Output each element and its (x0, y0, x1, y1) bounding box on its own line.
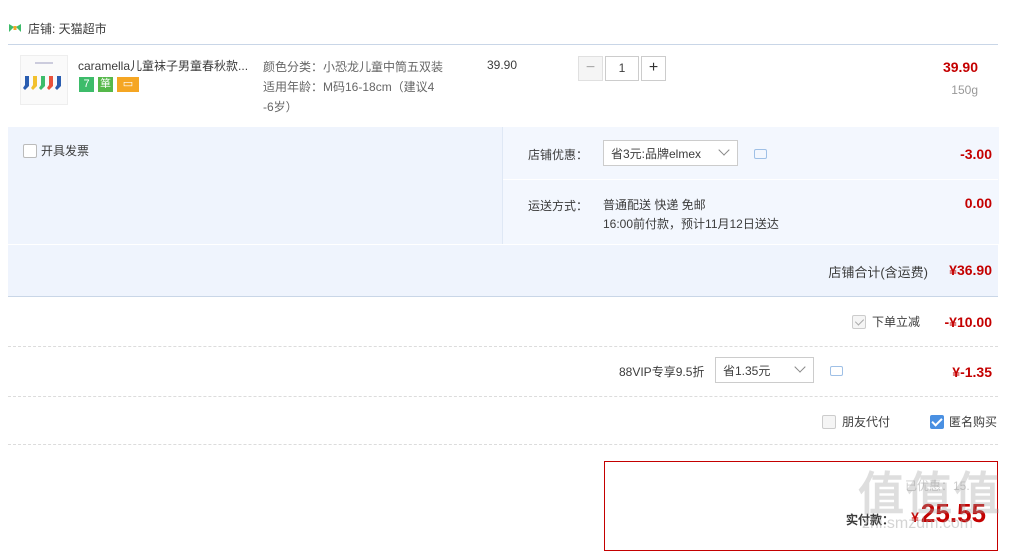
seven-day-return-badge[interactable]: 7 (79, 77, 94, 92)
invoice-checkbox[interactable] (23, 143, 37, 158)
friend-pay-option[interactable]: 朋友代付 (822, 413, 890, 430)
instant-discount-label: 下单立减 (872, 315, 921, 329)
item-subtotal: 39.90 (942, 59, 978, 75)
quantity-input[interactable]: 1 (605, 56, 639, 81)
shop-header: 店铺: 天猫超市 (8, 18, 107, 38)
invoice-label: 开具发票 (41, 144, 90, 158)
shop-discount-label: 店铺优惠： (528, 148, 589, 162)
comment-icon[interactable] (754, 149, 767, 159)
unit-price: 39.90 (487, 58, 518, 72)
sku-info: 颜色分类：小恐龙儿童中筒五双装 适用年龄：M码16-18cm（建议4 -6岁） (263, 57, 453, 117)
anonymous-checkbox[interactable] (930, 414, 944, 429)
anonymous-label: 匿名购买 (949, 415, 998, 429)
shop-discount-value: -3.00 (960, 146, 992, 162)
item-weight: 150g (951, 83, 978, 97)
sku-age-line1: 适用年龄：M码16-18cm（建议4 (263, 80, 435, 94)
shipping-delivery: 16:00前付款，预计11月12日送达 (603, 217, 779, 231)
shop-name[interactable]: 店铺: 天猫超市 (28, 20, 107, 37)
shop-discount-select[interactable]: 省3元:品牌elmex (603, 140, 738, 166)
shipping-method: 普通配送 快递 免邮 (603, 198, 706, 212)
product-title[interactable]: caramella儿童袜子男童春秋款... (78, 57, 258, 74)
quantity-minus-button[interactable]: − (578, 56, 603, 81)
anonymous-option[interactable]: 匿名购买 (930, 413, 997, 430)
shipping-label: 运送方式： (528, 199, 589, 213)
friend-pay-label: 朋友代付 (842, 415, 891, 429)
shipping-info: 普通配送 快递 免邮 16:00前付款，预计11月12日送达 (603, 196, 779, 234)
service-badges: 7 箪 ▭ (79, 77, 139, 92)
socks-image-icon (23, 62, 61, 90)
comment-icon[interactable] (830, 366, 843, 376)
divider (8, 396, 998, 397)
chevron-down-icon (794, 361, 806, 373)
instant-discount-option: 下单立减 (852, 313, 920, 330)
shop-total-label: 店铺合计(含运费) (828, 265, 928, 280)
shop-total-value: ¥36.90 (949, 262, 992, 278)
instant-discount-checkbox (852, 314, 866, 329)
vip-discount-select[interactable]: 省1.35元 (715, 357, 814, 383)
watermark-url: zhi.smzdm.com (862, 515, 974, 532)
friend-pay-checkbox[interactable] (822, 414, 836, 429)
divider (8, 444, 998, 445)
cart-item-row: caramella儿童袜子男童春秋款... 7 箪 ▭ 颜色分类：小恐龙儿童中筒… (8, 44, 998, 127)
vip-label: 88VIP专享9.5折 (619, 365, 705, 379)
instant-discount-value: -¥10.00 (944, 314, 992, 330)
panel-divider (503, 179, 998, 180)
guarantee-badge[interactable]: 箪 (98, 77, 113, 92)
quantity-plus-button[interactable]: + (641, 56, 666, 81)
chevron-down-icon (718, 144, 730, 156)
sku-color: 颜色分类：小恐龙儿童中筒五双装 (263, 60, 444, 74)
tmall-shop-icon (9, 24, 21, 32)
shipping-fee: 0.00 (964, 195, 992, 211)
vip-discount-selected: 省1.35元 (723, 363, 771, 378)
product-thumbnail[interactable] (20, 55, 68, 105)
card-payment-badge[interactable]: ▭ (117, 77, 139, 92)
quantity-stepper: − 1 + (578, 56, 666, 81)
sku-age-line2: -6岁） (263, 100, 298, 114)
divider (8, 346, 998, 347)
invoice-option[interactable]: 开具发票 (23, 142, 89, 159)
vip-discount-value: ¥-1.35 (952, 364, 992, 380)
shop-discount-selected: 省3元:品牌elmex (611, 146, 702, 161)
